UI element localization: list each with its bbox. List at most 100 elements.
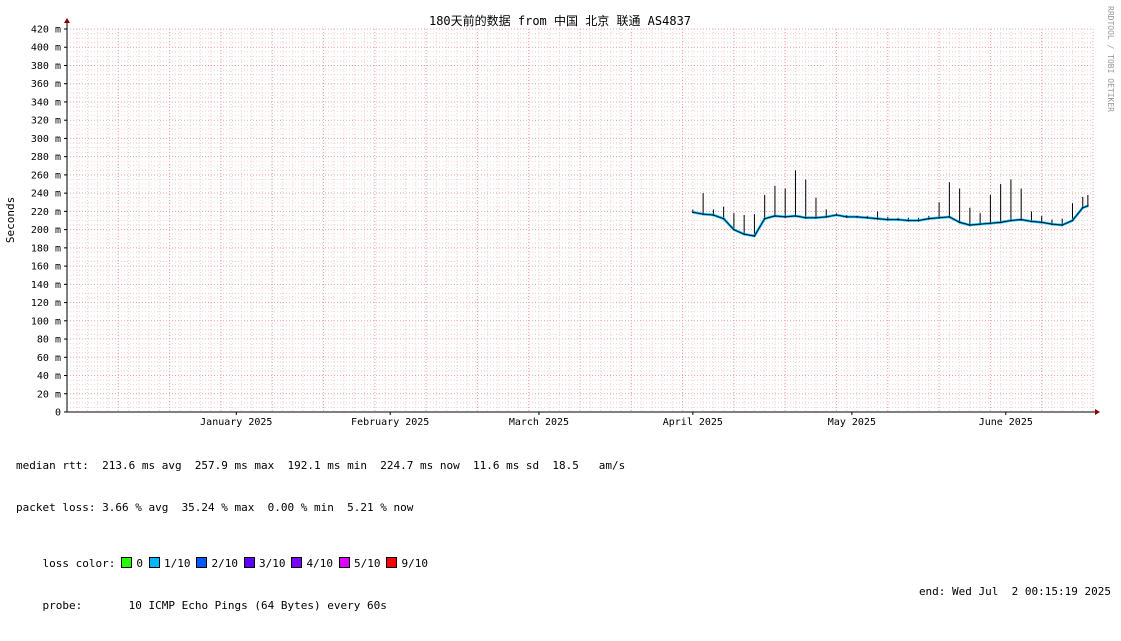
y-tick-label: 100 m bbox=[31, 316, 61, 327]
loss-color-swatch bbox=[196, 557, 208, 568]
median-point bbox=[825, 216, 828, 218]
loss-color-item-label: 4/10 bbox=[306, 557, 333, 570]
x-axis-arrow bbox=[1095, 409, 1100, 415]
median-rtt-core bbox=[692, 205, 1089, 237]
loss-color-items: 0 1/10 2/10 3/10 4/10 5/10 9/10 bbox=[115, 557, 428, 570]
loss-color-swatch bbox=[243, 557, 255, 568]
median-point bbox=[907, 219, 910, 222]
y-tick-label: 340 m bbox=[31, 97, 61, 108]
x-tick-label: February 2025 bbox=[351, 417, 429, 428]
rrdtool-credit: RRDTOOL / TOBI OETIKER bbox=[1106, 6, 1115, 112]
median-point bbox=[938, 216, 940, 219]
y-tick-label: 420 m bbox=[31, 25, 61, 36]
loss-color-swatch bbox=[121, 557, 133, 568]
y-tick-label: 320 m bbox=[31, 116, 61, 127]
chart-series bbox=[692, 170, 1089, 238]
y-tick-label: 200 m bbox=[31, 225, 61, 236]
median-point bbox=[835, 214, 838, 216]
median-point bbox=[692, 211, 694, 214]
median-point bbox=[917, 219, 920, 222]
y-tick-label: 120 m bbox=[31, 298, 61, 309]
median-point bbox=[1071, 219, 1074, 222]
median-point bbox=[887, 218, 889, 221]
median-point bbox=[804, 216, 807, 219]
y-tick-label: 260 m bbox=[31, 170, 61, 181]
loss-color-item-label: 3/10 bbox=[258, 557, 286, 570]
median-point bbox=[1020, 218, 1022, 221]
median-point bbox=[866, 216, 869, 219]
median-point bbox=[722, 217, 725, 220]
y-tick-label: 20 m bbox=[37, 389, 61, 400]
median-point bbox=[958, 221, 961, 224]
y-tick-label: 40 m bbox=[37, 371, 61, 382]
loss-color-item-label: 0 bbox=[136, 557, 143, 570]
loss-color-swatch bbox=[386, 557, 398, 568]
median-point bbox=[712, 214, 715, 216]
loss-color-label: loss color: bbox=[42, 557, 116, 570]
y-tick-label: 60 m bbox=[37, 353, 61, 364]
median-point bbox=[1030, 220, 1033, 223]
median-point bbox=[928, 217, 930, 220]
latency-chart: 0 20 m 40 m 60 m 80 m 100 m 120 m 140 m 160 m 180… bbox=[4, 13, 1100, 428]
loss-color-item-label: 9/10 bbox=[401, 557, 428, 570]
y-tick-label: 300 m bbox=[31, 134, 61, 145]
stats-footer: median rtt: 213.6 ms avg 257.9 ms max 19… bbox=[16, 431, 1111, 613]
median-point bbox=[743, 233, 745, 235]
median-point bbox=[999, 221, 1002, 224]
median-point bbox=[1061, 224, 1064, 226]
x-tick-label: March 2025 bbox=[509, 417, 569, 428]
median-rtt-line: median rtt: 213.6 ms avg 257.9 ms max 19… bbox=[16, 459, 626, 472]
x-tick-label: January 2025 bbox=[200, 417, 272, 428]
y-tick-label: 0 bbox=[55, 408, 61, 419]
median-point bbox=[784, 216, 786, 218]
median-point bbox=[815, 216, 817, 219]
end-time: end: Wed Jul 2 00:15:19 2025 bbox=[918, 585, 1111, 598]
median-point bbox=[702, 213, 704, 215]
y-tick-label: 280 m bbox=[31, 152, 61, 163]
y-tick-label: 240 m bbox=[31, 189, 61, 200]
median-point bbox=[1040, 221, 1043, 224]
y-tick-label: 140 m bbox=[31, 280, 61, 291]
loss-color-swatch bbox=[148, 557, 160, 568]
probe-line: probe: 10 ICMP Echo Pings (64 Bytes) eve… bbox=[16, 585, 1112, 612]
y-tick-label: 180 m bbox=[31, 243, 61, 254]
median-point bbox=[856, 216, 858, 218]
y-axis-arrow bbox=[64, 18, 70, 23]
loss-color-swatch bbox=[291, 557, 303, 568]
median-point bbox=[948, 216, 951, 218]
y-tick-label: 160 m bbox=[31, 262, 61, 273]
y-tick-label: 360 m bbox=[31, 79, 61, 90]
loss-color-item-label: 2/10 bbox=[211, 557, 238, 570]
median-point bbox=[794, 215, 797, 217]
y-axis-ticks: 0 20 m 40 m 60 m 80 m 100 m 120 m 140 m 160 m 180… bbox=[31, 25, 67, 419]
probe-info: probe: 10 ICMP Echo Pings (64 Bytes) eve… bbox=[42, 599, 387, 612]
median-point bbox=[897, 218, 899, 221]
y-axis-label: Seconds bbox=[4, 197, 17, 243]
median-point bbox=[989, 222, 992, 225]
median-point bbox=[845, 216, 848, 218]
loss-color-legend: loss color: 0 1/10 2/10 3/10 4/10 5/10 9/10 bbox=[16, 543, 1111, 570]
y-tick-label: 80 m bbox=[37, 335, 61, 346]
loss-color-swatch bbox=[338, 557, 350, 568]
x-tick-label: May 2025 bbox=[828, 417, 876, 428]
y-tick-label: 400 m bbox=[31, 43, 61, 54]
packet-loss-line: packet loss: 3.66 % avg 35.24 % max 0.00… bbox=[16, 501, 414, 514]
median-point bbox=[979, 223, 981, 225]
y-tick-label: 380 m bbox=[31, 61, 61, 72]
x-tick-label: April 2025 bbox=[663, 417, 723, 428]
median-point bbox=[1010, 219, 1012, 222]
median-point bbox=[1081, 206, 1084, 209]
median-point bbox=[969, 224, 971, 226]
median-point bbox=[753, 235, 756, 237]
median-point bbox=[876, 217, 879, 220]
y-tick-label: 220 m bbox=[31, 207, 61, 218]
median-point bbox=[733, 228, 735, 231]
loss-color-item-label: 1/10 bbox=[163, 557, 191, 570]
median-point bbox=[1051, 223, 1053, 225]
x-tick-label: June 2025 bbox=[979, 417, 1033, 428]
x-axis-ticks: January 2025 February 2025 March 2025 April… bbox=[200, 412, 1033, 428]
median-point bbox=[763, 217, 766, 220]
chart-grid bbox=[66, 28, 1094, 413]
loss-color-item-label: 5/10 bbox=[353, 557, 381, 570]
median-point bbox=[774, 215, 776, 217]
